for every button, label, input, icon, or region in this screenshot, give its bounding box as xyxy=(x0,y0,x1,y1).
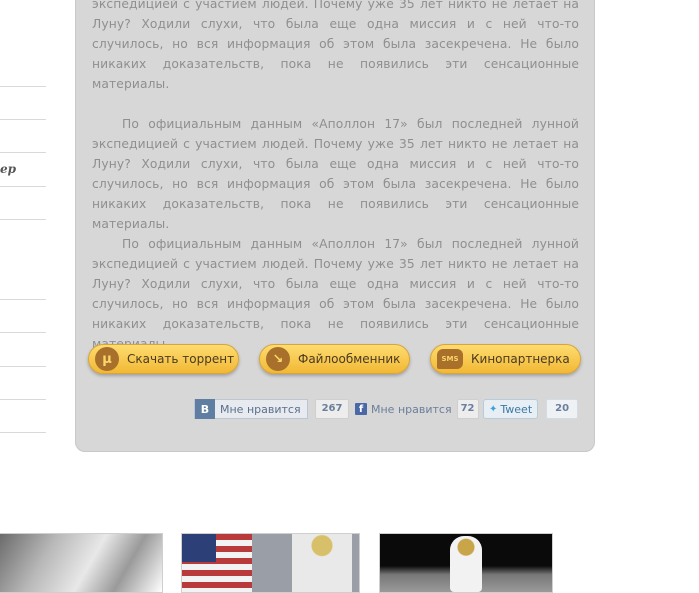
tweet-widget: ✦ Tweet 20 xyxy=(483,399,579,419)
sidebar-divider xyxy=(0,399,46,400)
fileshare-button[interactable]: ↘ Файлообменник xyxy=(259,344,410,374)
sidebar-divider xyxy=(0,152,46,153)
flag-canton xyxy=(182,534,216,562)
download-torrent-label: Скачать торрент xyxy=(127,352,235,366)
sidebar-divider xyxy=(0,299,46,300)
sidebar-item-label[interactable]: ер xyxy=(0,162,16,176)
sidebar-divider xyxy=(0,366,46,367)
tweet-button[interactable]: ✦ Tweet xyxy=(483,399,539,419)
article-paragraph: По официальным данным «Аполлон 17» был п… xyxy=(92,0,579,91)
vk-icon: В xyxy=(195,399,215,419)
tweet-count: 20 xyxy=(546,399,579,419)
vk-like-label: Мне нравится xyxy=(220,402,301,416)
tweet-label: Tweet xyxy=(500,402,533,416)
sidebar-divider xyxy=(0,86,46,87)
sidebar-divider xyxy=(0,219,46,220)
kino-partner-label: Кинопартнерка xyxy=(471,352,570,366)
sidebar-divider xyxy=(0,119,46,120)
article-panel: По официальным данным «Аполлон 17» был п… xyxy=(75,0,595,452)
fb-like-count: 72 xyxy=(456,399,479,419)
vk-like-count: 267 xyxy=(314,399,350,419)
utorrent-icon: µ xyxy=(95,347,119,371)
article-paragraph: По официальным данным «Аполлон 17» был п… xyxy=(92,237,579,351)
download-arrow-icon: ↘ xyxy=(266,347,290,371)
fb-like-widget: f Мне нравится 72 xyxy=(355,399,479,419)
sidebar-divider xyxy=(0,432,46,433)
twitter-bird-icon: ✦ xyxy=(489,403,498,415)
thumbnail-image[interactable] xyxy=(379,533,553,593)
thumbnail-image[interactable] xyxy=(0,533,163,593)
fb-like-button[interactable]: f Мне нравится xyxy=(355,403,452,416)
article-paragraph: По официальным данным «Аполлон 17» был п… xyxy=(92,117,579,231)
sidebar-divider xyxy=(0,332,46,333)
thumbnail-image[interactable] xyxy=(181,533,360,593)
fileshare-label: Файлообменник xyxy=(298,352,401,366)
download-torrent-button[interactable]: µ Скачать торрент xyxy=(88,344,239,374)
fb-like-label: Мне нравится xyxy=(371,402,452,416)
astronaut-graphic xyxy=(450,536,482,592)
sidebar-divider xyxy=(0,186,46,187)
kino-partner-button[interactable]: SMS Кинопартнерка xyxy=(430,344,581,374)
astronaut-graphic xyxy=(292,534,352,592)
vk-like-widget: В Мне нравится 267 xyxy=(194,399,350,419)
sms-icon: SMS xyxy=(437,349,463,369)
vk-like-button[interactable]: В Мне нравится xyxy=(194,399,308,419)
facebook-icon: f xyxy=(355,403,367,415)
